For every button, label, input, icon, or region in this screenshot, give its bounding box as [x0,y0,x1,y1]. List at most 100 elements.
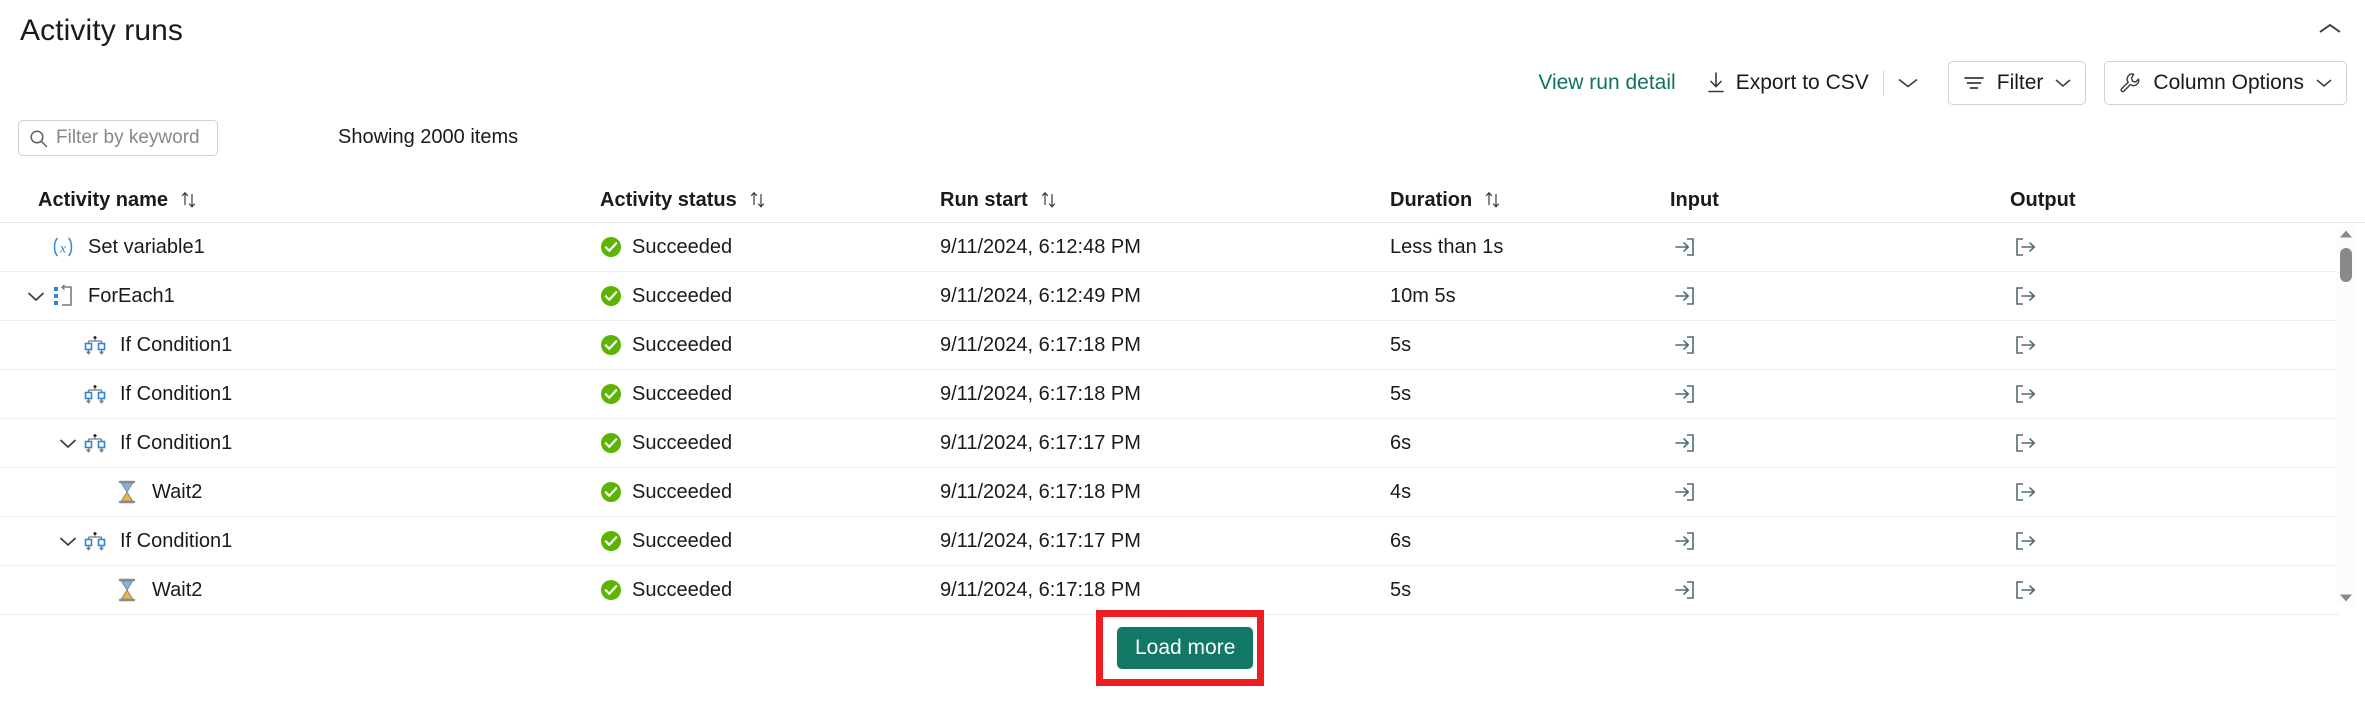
sort-arrows-icon [1041,191,1056,208]
arrow-out-of-bracket-icon [2016,483,2036,501]
row-expand-toggle[interactable] [54,527,82,555]
duration-cell: 5s [1390,333,1412,356]
filter-icon [1963,77,1984,89]
column-options-button[interactable]: Column Options [2104,61,2347,105]
activity-type-icon [82,430,108,456]
activity-runs-panel: Activity runs View run detail Export to … [0,0,2365,727]
scrollbar-thumb[interactable] [2340,248,2352,282]
if-condition-icon [84,335,106,355]
success-check-icon [601,286,621,306]
search-input[interactable]: Filter by keyword [18,120,218,156]
activity-type-icon: x [50,234,76,260]
view-output-button[interactable] [2010,576,2040,604]
output-cell [2010,576,2310,604]
success-check-icon [601,531,621,551]
view-output-button[interactable] [2010,527,2040,555]
run-start-cell: 9/11/2024, 6:17:18 PM [940,578,1141,601]
command-bar: View run detail Export to CSV Filter Col… [1524,58,2347,108]
input-cell [1670,478,2010,506]
row-expand-spacer [86,478,114,506]
table-vertical-scrollbar[interactable] [2337,226,2355,606]
chevron-down-icon [59,536,77,546]
view-input-button[interactable] [1670,576,1700,604]
input-cell [1670,233,2010,261]
view-input-button[interactable] [1670,527,1700,555]
activity-name-label: If Condition1 [120,333,233,356]
status-label: Succeeded [632,480,733,503]
view-input-button[interactable] [1670,429,1700,457]
status-badge: Succeeded [600,579,940,602]
arrow-into-bracket-icon [1675,434,1694,452]
arrow-into-bracket-icon [1675,287,1694,305]
chevron-down-icon [59,438,77,448]
table-row[interactable]: If Condition1 Succeeded 9/11/2024, 6:17:17… [0,517,2340,566]
view-output-button[interactable] [2010,380,2040,408]
output-cell [2010,331,2310,359]
table-row[interactable]: x Set variable1 Succeeded 9/11/2024, 6:12:4… [0,223,2340,272]
column-header-duration[interactable]: Duration [1390,189,1670,212]
view-input-button[interactable] [1670,233,1700,261]
view-output-button[interactable] [2010,478,2040,506]
load-more-button[interactable]: Load more [1117,627,1254,669]
column-header-activity-status[interactable]: Activity status [600,189,940,212]
view-input-button[interactable] [1670,380,1700,408]
view-output-button[interactable] [2010,331,2040,359]
arrow-out-of-bracket-icon [2016,336,2036,354]
view-output-button[interactable] [2010,282,2040,310]
activity-type-icon [82,332,108,358]
row-expand-toggle[interactable] [54,429,82,457]
activity-name-label: Set variable1 [88,235,205,258]
scroll-up-button[interactable] [2337,226,2355,242]
sort-arrows-icon [750,191,764,208]
status-label: Succeeded [632,431,733,454]
export-group: Export to CSV [1698,61,1930,105]
activity-name-cell: ForEach1 [0,282,600,310]
view-output-button[interactable] [2010,233,2040,261]
success-check-icon [601,482,621,502]
row-expand-spacer [86,576,114,604]
table-row[interactable]: If Condition1 Succeeded 9/11/2024, 6:17:18… [0,370,2340,419]
activity-type-icon [50,283,76,309]
filter-button[interactable]: Filter [1947,61,2087,105]
export-to-csv-button[interactable]: Export to CSV [1698,61,1881,105]
table-row[interactable]: If Condition1 Succeeded 9/11/2024, 6:17:17… [0,419,2340,468]
table-row[interactable]: ForEach1 Succeeded 9/11/2024, 6:12:49 PM 10… [0,272,2340,321]
column-header-run-start[interactable]: Run start [940,189,1390,212]
run-start-cell: 9/11/2024, 6:17:18 PM [940,333,1141,356]
svg-text:x: x [59,242,67,257]
row-expand-toggle[interactable] [22,282,50,310]
hourglass-icon [118,578,136,602]
success-check-icon [601,237,621,257]
view-input-button[interactable] [1670,478,1700,506]
export-options-caret[interactable] [1886,61,1930,105]
activity-type-icon [114,479,140,505]
if-condition-icon [84,531,106,551]
sort-arrows-icon [1485,191,1500,208]
duration-cell: 5s [1390,578,1412,601]
arrow-out-of-bracket-icon [2016,532,2036,550]
view-output-button[interactable] [2010,429,2040,457]
export-to-csv-label: Export to CSV [1735,71,1869,94]
sort-arrows-icon [181,191,196,208]
activity-name-cell: If Condition1 [0,527,600,555]
view-input-button[interactable] [1670,282,1700,310]
column-header-activity-name[interactable]: Activity name [0,189,600,212]
row-expand-spacer [54,331,82,359]
table-row[interactable]: Wait2 Succeeded 9/11/2024, 6:17:18 PM 4s [0,468,2340,517]
duration-cell: 4s [1390,480,1412,503]
activity-name-cell: Wait2 [0,576,600,604]
arrow-into-bracket-icon [1675,532,1694,550]
collapse-panel-button[interactable] [2313,14,2347,44]
view-run-detail-link[interactable]: View run detail [1524,71,1689,95]
view-input-button[interactable] [1670,331,1700,359]
activity-name-label: ForEach1 [88,284,175,307]
column-header-label: Output [2010,188,2076,211]
table-row[interactable]: Wait2 Succeeded 9/11/2024, 6:17:18 PM 5s [0,566,2340,615]
scrollbar-track[interactable] [2337,242,2355,590]
arrow-out-of-bracket-icon [2016,287,2036,305]
input-cell [1670,527,2010,555]
status-label: Succeeded [632,382,733,405]
success-check-icon [601,433,621,453]
table-row[interactable]: If Condition1 Succeeded 9/11/2024, 6:17:18… [0,321,2340,370]
scroll-down-button[interactable] [2337,590,2355,606]
